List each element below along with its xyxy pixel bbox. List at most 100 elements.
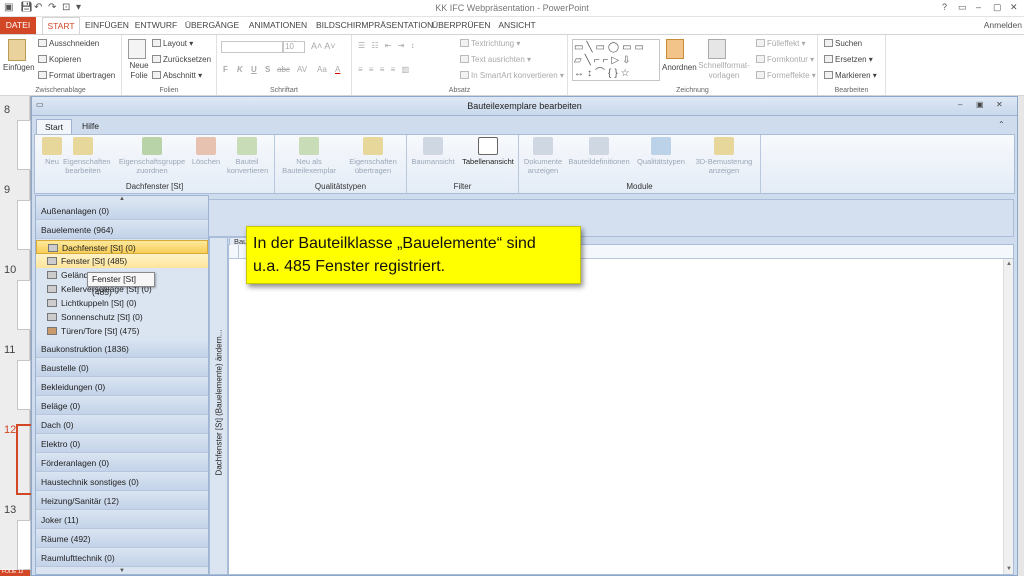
slide-thumbnail[interactable] (17, 360, 31, 410)
tree-category[interactable]: Beläge (0) (36, 397, 208, 415)
paste-icon[interactable] (8, 39, 26, 61)
tree-view-button[interactable]: Baumansicht (409, 137, 457, 166)
underline-button[interactable]: U (251, 65, 257, 74)
quick-styles-icon[interactable] (708, 39, 726, 59)
tree-category[interactable]: Förderanlagen (0) (36, 454, 208, 472)
align-buttons-icon[interactable]: ≡ ≡ ≡ ≡ ▥ (358, 65, 411, 74)
select-button[interactable]: Markieren ▾ (824, 71, 877, 80)
selected-slide-frame[interactable] (16, 424, 32, 495)
tree-item-lichtkuppeln[interactable]: Lichtkuppeln [St] (0) (36, 296, 208, 310)
effects-button[interactable]: Formeffekte ▾ (756, 71, 816, 80)
tab-bildschirmpraesentation[interactable]: BILDSCHIRMPRÄSENTATION (316, 17, 433, 34)
tree-category[interactable]: Raumlufttechnik (0) (36, 549, 208, 567)
section-button[interactable]: Abschnitt ▾ (152, 71, 202, 80)
scroll-down-icon[interactable]: ▼ (1004, 566, 1014, 572)
arrange-icon[interactable] (666, 39, 684, 59)
spacing-button[interactable]: AV (297, 65, 307, 74)
close-button[interactable]: ✕ (1010, 2, 1018, 13)
cut-button[interactable]: Ausschneiden (38, 39, 99, 48)
find-button[interactable]: Suchen (824, 39, 862, 48)
font-color-button[interactable]: A (335, 65, 340, 74)
fill-button[interactable]: Fülleffekt ▾ (756, 39, 806, 48)
tree-category[interactable]: Heizung/Sanitär (12) (36, 492, 208, 510)
tab-animationen[interactable]: ANIMATIONEN (246, 17, 310, 34)
dialog-tab-hilfe[interactable]: Hilfe (74, 119, 107, 134)
tree-item-tueren[interactable]: Türen/Tore [St] (475) (36, 324, 208, 338)
tab-ansicht[interactable]: ANSICHT (496, 17, 538, 34)
new-slide-button[interactable]: Neue Folie (126, 61, 152, 81)
smartart-button[interactable]: In SmartArt konvertieren ▾ (460, 71, 564, 80)
italic-button[interactable]: K (237, 65, 243, 74)
tree-category[interactable]: Joker (11) (36, 511, 208, 529)
tree-item-fenster[interactable]: Fenster [St] (485) (36, 254, 208, 268)
tab-ueberpruefen[interactable]: ÜBERPRÜFEN (432, 17, 491, 34)
convert-button[interactable]: Bauteil konvertieren (227, 137, 268, 175)
documents-button[interactable]: Dokumente anzeigen (521, 137, 565, 175)
shadow-button[interactable]: S (265, 65, 270, 74)
list-buttons-icon[interactable]: ☰ ☷ ⇤ ⇥ ↕ (358, 41, 417, 50)
tab-datei[interactable]: DATEI (0, 17, 36, 34)
definitions-button[interactable]: Bauteildefinitionen (567, 137, 631, 166)
tree-category[interactable]: Dach (0) (36, 416, 208, 434)
tree-category[interactable]: Bekleidungen (0) (36, 378, 208, 396)
delete-button[interactable]: Löschen (189, 137, 223, 166)
quick-styles-button[interactable]: Schnellformat-vorlagen (698, 61, 750, 81)
tree-category[interactable]: Baustelle (0) (36, 359, 208, 377)
help-button[interactable]: ? (942, 2, 947, 12)
dialog-restore-button[interactable]: ▣ (976, 100, 984, 109)
outline-button[interactable]: Formkontur ▾ (756, 55, 814, 64)
dialog-minimize-button[interactable]: – (958, 100, 962, 109)
tree-category[interactable]: Außenanlagen (0) (36, 202, 208, 220)
replace-button[interactable]: Ersetzen ▾ (824, 55, 873, 64)
sign-in-link[interactable]: Anmelden (984, 17, 1022, 34)
scroll-up-icon[interactable]: ▲ (1004, 261, 1014, 267)
new-slide-icon[interactable] (128, 39, 146, 59)
copy-button[interactable]: Kopieren (38, 55, 81, 64)
format-painter-button[interactable]: Format übertragen (38, 71, 115, 80)
layout-button[interactable]: Layout ▾ (152, 39, 193, 48)
tree-category[interactable]: Bauelemente (964) (36, 221, 208, 239)
tree-item-sonnenschutz[interactable]: Sonnenschutz [St] (0) (36, 310, 208, 324)
tab-start[interactable]: START (42, 17, 80, 35)
transfer-properties-button[interactable]: Eigenschaften übertragen (345, 137, 401, 175)
ribbon-display-button[interactable]: ▭ (958, 2, 967, 13)
reset-button[interactable]: Zurücksetzen (152, 55, 211, 64)
change-case-button[interactable]: Aa (317, 65, 327, 74)
maximize-button[interactable]: ▢ (993, 2, 1002, 13)
tab-uebergaenge[interactable]: ÜBERGÄNGE (184, 17, 240, 34)
shapes-gallery[interactable]: ▭╲▭◯▭▭ ▱╲⌐⌐▷⇩ ↔↕⌒{}☆ (572, 39, 660, 81)
edit-panel-collapsed[interactable]: Dachfenster [St] (Bauelemente) ändern... (209, 237, 228, 575)
assign-group-button[interactable]: Eigenschaftsgruppe zuordnen (117, 137, 187, 175)
table-header-cell[interactable] (229, 245, 239, 258)
tree-category[interactable]: Räume (492) (36, 530, 208, 548)
align-text-button[interactable]: Text ausrichten ▾ (460, 55, 531, 64)
arrange-button[interactable]: Anordnen (662, 63, 697, 72)
collapse-ribbon-icon[interactable]: ⌃ (998, 120, 1005, 129)
bold-button[interactable]: F (223, 65, 228, 74)
quality-types-button[interactable]: Qualitätstypen (633, 137, 689, 166)
edit-properties-button[interactable]: Eigenschaften bearbeiten (63, 137, 111, 175)
paste-button[interactable]: Einfügen (3, 63, 35, 72)
dialog-close-button[interactable]: ✕ (996, 100, 1003, 109)
font-size-select[interactable]: 10 (283, 41, 305, 53)
minimize-button[interactable]: – (976, 2, 981, 12)
table-view-button[interactable]: Tabellenansicht (461, 137, 515, 166)
slide-thumbnail[interactable] (17, 200, 31, 250)
dialog-tab-start[interactable]: Start (36, 119, 72, 134)
new-as-instance-button[interactable]: Neu als Bauteilexemplar (277, 137, 341, 175)
font-name-select[interactable] (221, 41, 283, 53)
tree-item-dachfenster[interactable]: Dachfenster [St] (0) (36, 240, 208, 254)
slide-thumbnail[interactable] (17, 280, 31, 330)
text-direction-button[interactable]: Textrichtung ▾ (460, 39, 520, 48)
slide-thumbnail[interactable] (17, 520, 31, 570)
grow-font-icon[interactable]: A˄ A˅ (311, 41, 336, 51)
tab-einfuegen[interactable]: EINFÜGEN (84, 17, 130, 34)
3d-sampling-button[interactable]: 3D-Bemusterung anzeigen (691, 137, 757, 175)
tree-category[interactable]: Baukonstruktion (1836) (36, 340, 208, 358)
slide-thumbnail[interactable] (17, 120, 31, 170)
tree-category[interactable]: Haustechnik sonstiges (0) (36, 473, 208, 491)
strikethrough-button[interactable]: abc (277, 65, 290, 74)
tab-entwurf[interactable]: ENTWURF (134, 17, 178, 34)
table-scrollbar[interactable]: ▲ ▼ (1003, 259, 1013, 574)
tree-scroll-down-icon[interactable]: ▼ (36, 568, 208, 574)
